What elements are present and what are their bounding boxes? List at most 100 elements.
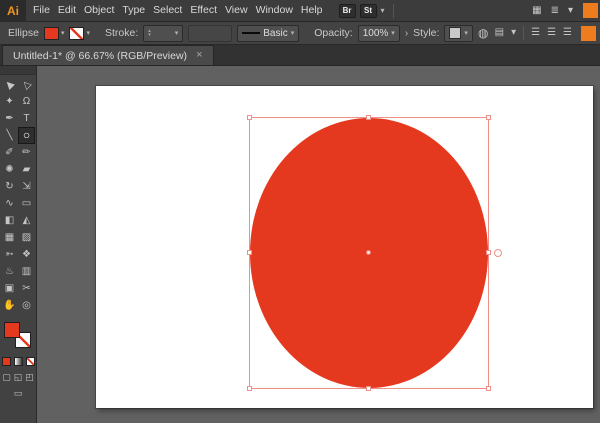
chevron-down-icon: ▾ [86, 29, 90, 37]
chevron-down-icon: ▾ [61, 29, 65, 37]
brush-definition-value: Basic [263, 28, 287, 39]
width-profile-combo [188, 25, 232, 42]
column-graph-tool[interactable]: ▥ [18, 263, 35, 280]
brush-definition-combo[interactable]: Basic ▾ [237, 25, 299, 42]
menu-item-object[interactable]: Object [80, 0, 118, 21]
draw-behind-mode-button[interactable]: ◱ [14, 372, 23, 382]
document-tab-bar: Untitled-1* @ 66.67% (RGB/Preview) × [0, 45, 600, 66]
menu-bar-accent-square [583, 3, 598, 18]
shape-side-widget[interactable] [494, 249, 502, 257]
options-right-icons: ▤ ▾ ☰ ☰ ☰ [495, 26, 572, 40]
menu-item-window[interactable]: Window [252, 0, 297, 21]
selection-handle-top-left[interactable] [247, 115, 252, 120]
width-tool[interactable]: ∿ [1, 195, 18, 212]
menu-item-type[interactable]: Type [118, 0, 149, 21]
selection-center-point[interactable] [366, 250, 371, 255]
screen-mode-button[interactable]: ▭ [14, 388, 23, 398]
stroke-weight-combo[interactable]: ▴▾ ▾ [143, 25, 183, 42]
eraser-tool[interactable]: ▰ [18, 161, 35, 178]
menu-item-effect[interactable]: Effect [186, 0, 221, 21]
selection-handle-top-center[interactable] [366, 115, 371, 120]
fill-indicator-swatch[interactable] [4, 322, 20, 338]
selection-handle-bottom-left[interactable] [247, 386, 252, 391]
graphic-style-combo[interactable]: ▾ [444, 25, 473, 42]
tools-panel-grip[interactable] [0, 66, 36, 75]
chevron-down-icon: ▾ [391, 29, 395, 37]
blob-brush-tool[interactable]: ✺ [1, 161, 18, 178]
illustrator-window: Ai FileEditObjectTypeSelectEffectViewWin… [0, 0, 600, 423]
hand-tool[interactable]: ✋ [1, 297, 18, 314]
selection-handle-top-right[interactable] [486, 115, 491, 120]
style-label: Style: [413, 27, 439, 39]
shape-builder-tool[interactable]: ◧ [1, 212, 18, 229]
menu-item-view[interactable]: View [221, 0, 252, 21]
selection-handle-middle-left[interactable] [247, 250, 252, 255]
align-center-icon[interactable]: ☰ [547, 28, 556, 38]
stock-button[interactable]: St [360, 4, 377, 18]
draw-inside-mode-button[interactable]: ◰ [25, 372, 34, 382]
symbol-sprayer-tool[interactable]: ♨ [1, 263, 18, 280]
options-bar-accent-square [581, 26, 596, 41]
pencil-tool[interactable]: ✏ [18, 144, 35, 161]
tab-close-icon[interactable]: × [196, 50, 202, 61]
opacity-label: Opacity: [314, 27, 353, 39]
line-segment-tool[interactable]: ╲ [1, 127, 18, 144]
selection-handle-bottom-center[interactable] [366, 386, 371, 391]
slice-tool[interactable]: ✂ [18, 280, 35, 297]
scale-tool[interactable]: ⇲ [18, 178, 35, 195]
chevron-down-icon: ▾ [175, 29, 179, 37]
tool-grid: ▶▷✦Ω✒T╲○✐✏✺▰↻⇲∿▭◧◭▦▨➳❖♨▥▣✂✋◎ [1, 76, 35, 314]
brush-stroke-preview-icon [242, 32, 260, 34]
options-bar: Ellipse ▾ ▾ Stroke: ▴▾ ▾ Basic ▾ Opacity… [0, 22, 600, 45]
canvas-area[interactable] [37, 66, 600, 423]
none-mode-button[interactable] [26, 357, 35, 366]
color-mode-button[interactable] [2, 357, 11, 366]
perspective-grid-tool[interactable]: ◭ [18, 212, 35, 229]
stroke-color-swatch[interactable]: ▾ [69, 27, 90, 40]
selection-bounding-box [249, 117, 489, 389]
zoom-tool[interactable]: ◎ [18, 297, 35, 314]
pen-tool[interactable]: ✒ [1, 110, 18, 127]
type-tool[interactable]: T [18, 110, 35, 127]
align-left-icon[interactable]: ☰ [531, 28, 540, 38]
color-mode-row [2, 357, 35, 366]
options-separator [523, 26, 524, 40]
rotate-tool[interactable]: ↻ [1, 178, 18, 195]
draw-normal-mode-button[interactable]: ▢ [2, 372, 11, 382]
blend-tool[interactable]: ❖ [18, 246, 35, 263]
menu-item-help[interactable]: Help [297, 0, 327, 21]
fill-color-swatch[interactable]: ▾ [44, 27, 65, 40]
free-transform-tool[interactable]: ▭ [18, 195, 35, 212]
stroke-weight-stepper[interactable]: ▴▾ [148, 29, 151, 37]
workspace-menu-icon[interactable]: ▾ [568, 6, 573, 16]
document-setup-icon[interactable]: ▤ [495, 28, 504, 38]
style-swatch-icon [449, 27, 461, 39]
app-bar-dropdown-icon[interactable]: ▾ [381, 6, 385, 15]
menu-item-file[interactable]: File [29, 0, 54, 21]
align-right-icon[interactable]: ☰ [563, 28, 572, 38]
mesh-tool[interactable]: ▦ [1, 229, 18, 246]
ellipse-tool[interactable]: ○ [18, 127, 35, 144]
menu-bar-separator [393, 4, 394, 18]
document-setup-dropdown-icon[interactable]: ▾ [511, 28, 516, 38]
opacity-combo[interactable]: 100% ▾ [358, 25, 400, 42]
menu-bar: Ai FileEditObjectTypeSelectEffectViewWin… [0, 0, 600, 22]
arrange-documents-icon[interactable]: ▦ [532, 6, 541, 16]
stroke-weight-label: Stroke: [105, 27, 138, 39]
menu-item-select[interactable]: Select [149, 0, 186, 21]
menu-item-edit[interactable]: Edit [54, 0, 80, 21]
gradient-mode-button[interactable] [14, 357, 23, 366]
workspace-switcher-icon[interactable]: ≣ [551, 6, 559, 16]
paintbrush-tool[interactable]: ✐ [1, 144, 18, 161]
transparency-flyout-icon[interactable]: › [405, 28, 408, 39]
selection-handle-bottom-right[interactable] [486, 386, 491, 391]
recolor-artwork-icon[interactable]: ◍ [478, 28, 488, 38]
bridge-button[interactable]: Br [339, 4, 356, 18]
gradient-tool[interactable]: ▨ [18, 229, 35, 246]
screen-mode-row: ▭ [14, 388, 23, 398]
artboard-tool[interactable]: ▣ [1, 280, 18, 297]
eyedropper-tool[interactable]: ➳ [1, 246, 18, 263]
document-tab[interactable]: Untitled-1* @ 66.67% (RGB/Preview) × [2, 45, 214, 65]
app-logo: Ai [0, 0, 26, 22]
selection-handle-middle-right[interactable] [486, 250, 491, 255]
